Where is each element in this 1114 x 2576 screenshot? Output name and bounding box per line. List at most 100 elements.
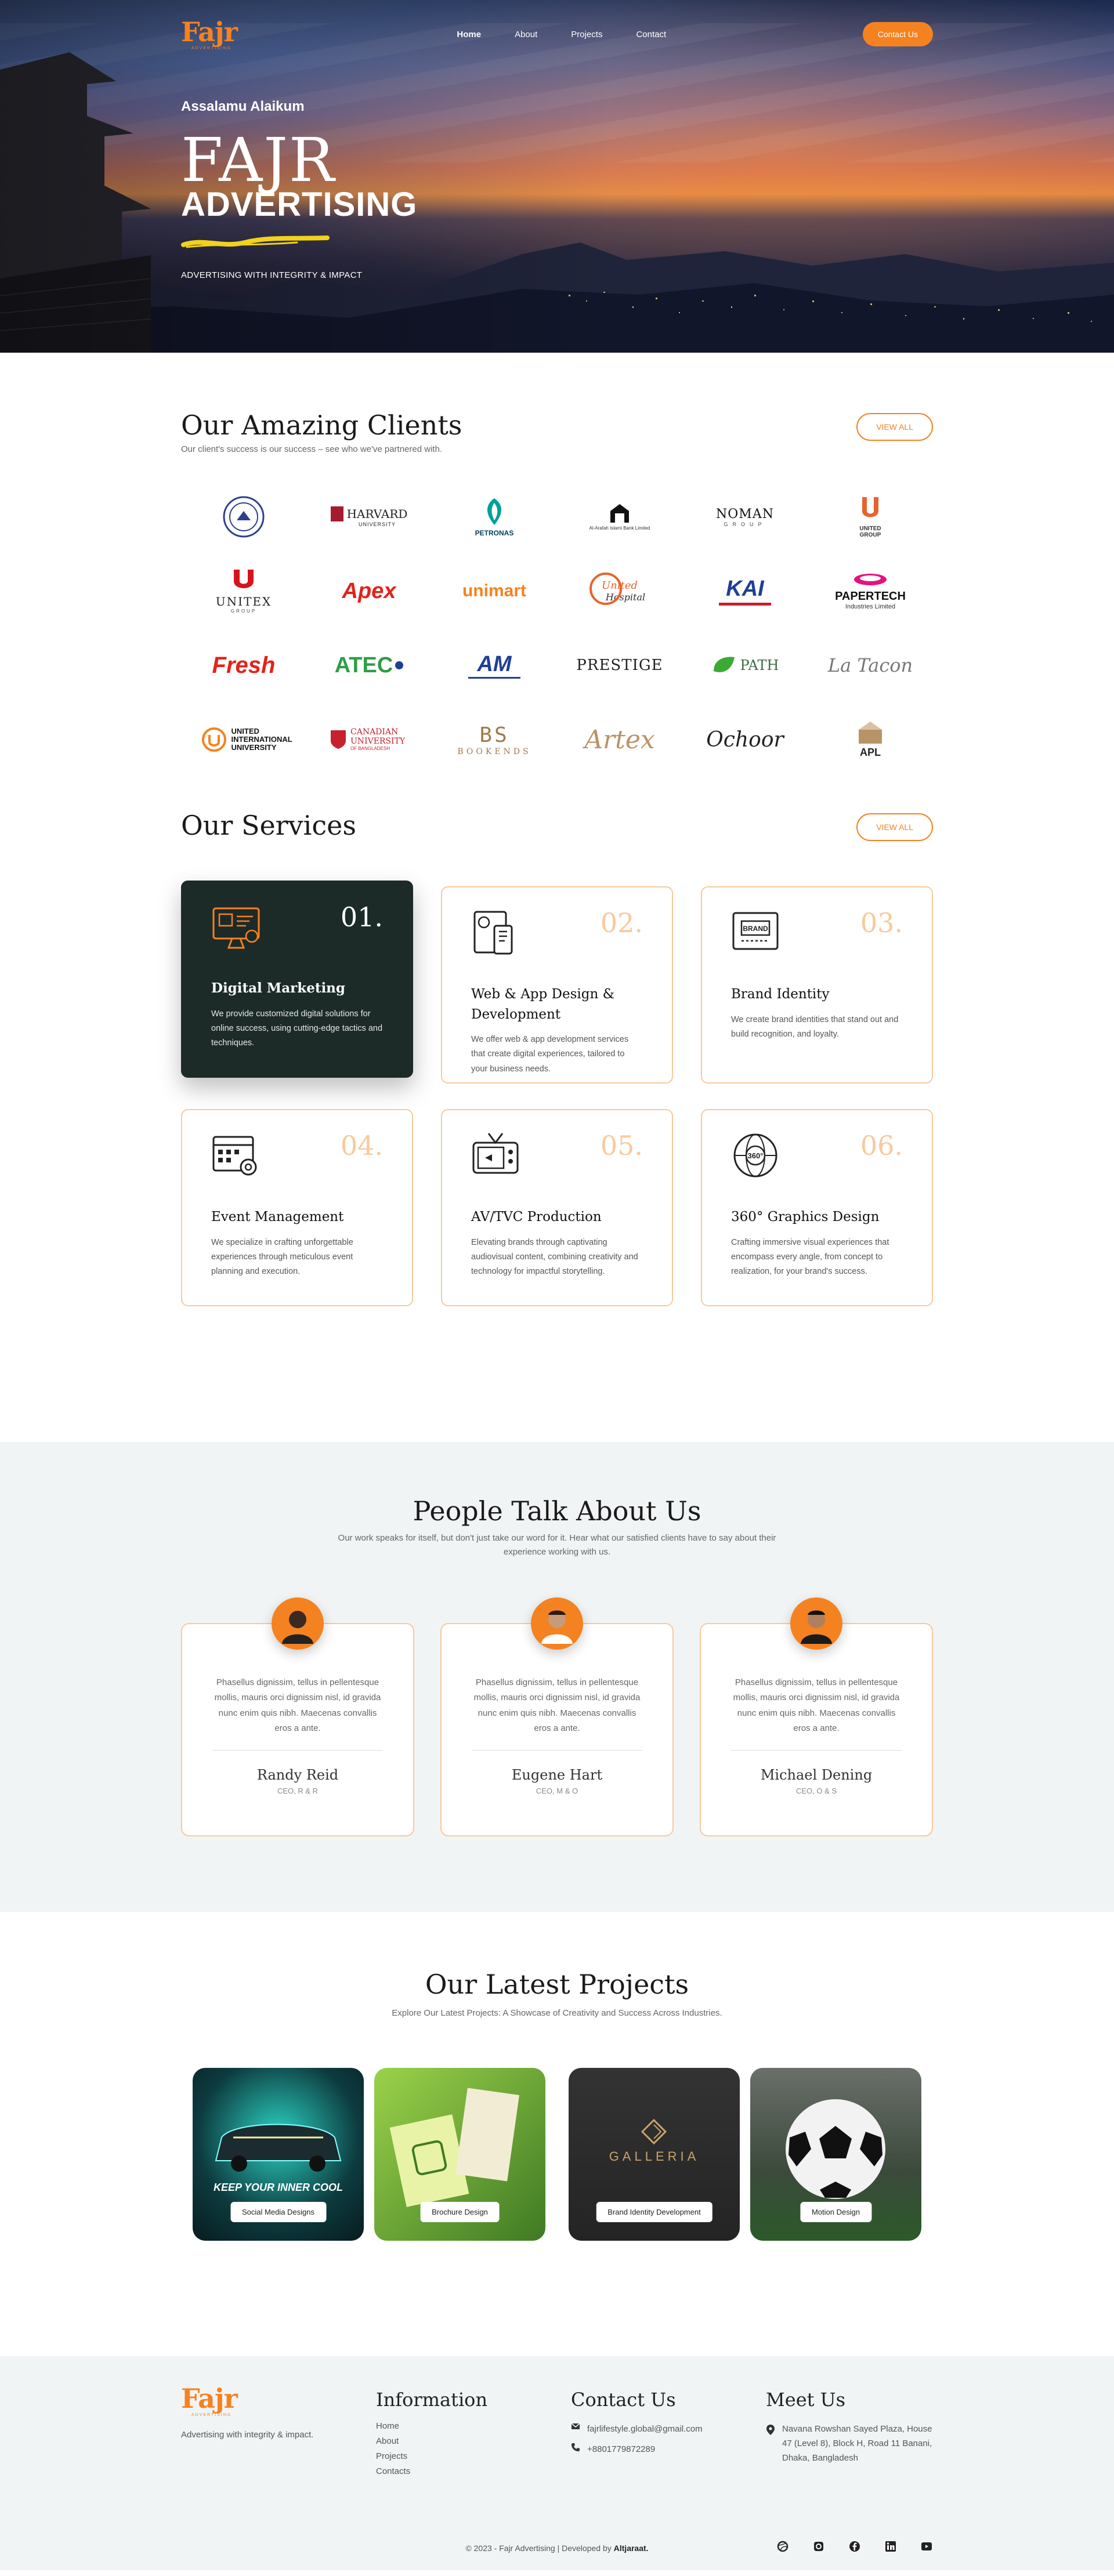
- services-grid: 01. Digital Marketing We provide customi…: [181, 881, 933, 1306]
- project-card-brand-identity[interactable]: GALLERIA Brand Identity Development: [569, 2068, 740, 2241]
- hero-tagline: ADVERTISING WITH INTEGRITY & IMPACT: [181, 270, 363, 280]
- client-logo: PATH: [682, 639, 808, 692]
- footer-info-column: Information Home About Projects Contacts: [376, 2385, 571, 2481]
- client-logo: [181, 490, 306, 544]
- testimonial-quote: Phasellus dignissim, tellus in pellentes…: [473, 1678, 641, 1733]
- papertech-icon: [854, 574, 887, 585]
- clients-subtitle: Our client's success is our success – se…: [181, 444, 443, 454]
- project-card-social-media[interactable]: KEEP YOUR INNER COOL Social Media Design…: [193, 2068, 364, 2241]
- nav-about-link[interactable]: About: [515, 30, 537, 39]
- service-card-event-management[interactable]: 04. Event Management We specialize in cr…: [181, 1109, 413, 1306]
- instagram-icon[interactable]: [812, 2540, 825, 2553]
- client-logo: UNITEX GROUP: [181, 564, 306, 618]
- project-card-motion[interactable]: Motion Design: [750, 2068, 921, 2241]
- service-desc: Elevating brands through captivating aud…: [471, 1237, 638, 1277]
- client-logo: KAI: [682, 564, 808, 618]
- svg-text:360°: 360°: [748, 1151, 764, 1160]
- contact-us-button[interactable]: Contact Us: [862, 22, 933, 46]
- footer-link-about[interactable]: About: [376, 2436, 571, 2446]
- client-logo: unimart: [462, 581, 526, 600]
- project-art-text: KEEP YOUR INNER COOL: [213, 2182, 343, 2193]
- hero-greeting: Assalamu Alaikum: [181, 99, 305, 114]
- service-number: 01.: [340, 901, 383, 933]
- testimonial-name: Eugene Hart: [511, 1767, 603, 1783]
- web-app-icon: [473, 911, 513, 955]
- client-logo: La Tacon: [827, 654, 913, 676]
- globe-360-icon: 360°: [733, 1133, 777, 1178]
- linkedin-icon[interactable]: [884, 2540, 897, 2553]
- projects-row: KEEP YOUR INNER COOL Social Media Design…: [181, 2068, 933, 2241]
- top-navigation: Fajr ADVERTISING Home About Projects Con…: [0, 0, 1114, 68]
- projects-section: Our Latest Projects Explore Our Latest P…: [0, 1912, 1114, 2356]
- service-title: Event Management: [211, 1209, 344, 1224]
- client-logo: Al-Arafah Islami Bank Limited: [557, 490, 682, 544]
- testimonial-card: Phasellus dignissim, tellus in pellentes…: [700, 1597, 933, 1836]
- footer-phone[interactable]: +8801779872289: [587, 2443, 655, 2457]
- testimonial-card: Phasellus dignissim, tellus in pellentes…: [181, 1597, 414, 1836]
- footer-logo[interactable]: Fajr ADVERTISING: [181, 2385, 376, 2417]
- path-leaf-icon: [713, 657, 735, 672]
- footer-link-contacts[interactable]: Contacts: [376, 2466, 571, 2476]
- nav-home-link[interactable]: Home: [457, 30, 481, 39]
- testimonial-cards: Phasellus dignissim, tellus in pellentes…: [181, 1597, 933, 1836]
- divider: [212, 1750, 383, 1751]
- footer-meet-title: Meet Us: [766, 2389, 846, 2411]
- youtube-icon[interactable]: [920, 2540, 933, 2553]
- service-title: AV/TVC Production: [471, 1209, 602, 1224]
- footer-meet-column: Meet Us Navana Rowshan Sayed Plaza, Hous…: [766, 2385, 933, 2481]
- project-label: Motion Design: [800, 2202, 872, 2222]
- service-desc: We create brand identities that stand ou…: [731, 1015, 899, 1039]
- service-number: 03.: [860, 907, 903, 939]
- hero-title-line1: FAJR: [181, 125, 336, 195]
- brand-tagline: ADVERTISING: [191, 46, 232, 50]
- unitex-icon: [234, 570, 254, 588]
- service-desc: We offer web & app development services …: [471, 1035, 629, 1074]
- client-logo-grid: HARVARD UNIVERSITY PETRONAS Al-Arafah Isl…: [181, 490, 933, 766]
- developer-link[interactable]: Altjaraat.: [614, 2544, 649, 2553]
- testimonials-section: People Talk About Us Our work speaks for…: [0, 1442, 1114, 1912]
- service-card-brand-identity[interactable]: BRAND 03. Brand Identity We create brand…: [701, 886, 933, 1084]
- client-logo: PRESTIGE: [576, 657, 663, 674]
- service-title: Web & App Design & Development: [471, 987, 615, 1022]
- service-card-360-graphics[interactable]: 360° 06. 360° Graphics Design Crafting i…: [701, 1109, 933, 1306]
- project-card-brochure[interactable]: Brochure Design: [374, 2068, 545, 2241]
- copyright: © 2023 - Fajr Advertising | Developed by…: [465, 2544, 649, 2553]
- testimonials-title: People Talk About Us: [413, 1495, 701, 1527]
- project-label: Brochure Design: [420, 2202, 500, 2222]
- university-seal-icon: [223, 496, 265, 538]
- services-title: Our Services: [181, 810, 356, 841]
- brand-logo[interactable]: Fajr ADVERTISING: [181, 19, 238, 50]
- service-desc: We specialize in crafting unforgettable …: [211, 1237, 353, 1277]
- client-logo: Artex: [584, 724, 655, 755]
- digital-marketing-icon: [212, 907, 260, 949]
- nav-contact-link[interactable]: Contact: [636, 30, 666, 39]
- testimonial-quote: Phasellus dignissim, tellus in pellentes…: [214, 1678, 381, 1733]
- services-view-all-button[interactable]: VIEW ALL: [856, 813, 933, 841]
- nav-projects-link[interactable]: Projects: [571, 30, 602, 39]
- client-logo: United Hospital: [557, 564, 682, 618]
- service-card-web-app[interactable]: 02. Web & App Design & Development We of…: [441, 886, 673, 1084]
- nav-menu: Home About Projects Contact: [457, 30, 666, 39]
- service-desc: Crafting immersive visual experiences th…: [731, 1237, 889, 1277]
- client-logo: UNITED INTERNATIONAL UNIVERSITY: [181, 713, 306, 766]
- service-title: Digital Marketing: [211, 980, 345, 996]
- client-logo: BS BOOKENDS: [457, 723, 531, 756]
- footer-link-home[interactable]: Home: [376, 2421, 571, 2431]
- project-label: Brand Identity Development: [596, 2202, 712, 2222]
- client-logo: HARVARD UNIVERSITY: [306, 490, 432, 544]
- person-avatar-icon: [801, 1610, 832, 1644]
- facebook-icon[interactable]: [848, 2540, 861, 2553]
- cub-crest-icon: [331, 730, 346, 749]
- dribbble-icon[interactable]: [776, 2540, 789, 2553]
- person-avatar-icon: [282, 1611, 313, 1644]
- footer-email[interactable]: fajrlifestyle.global@gmail.com: [587, 2422, 703, 2437]
- avatar: [272, 1597, 324, 1650]
- event-calendar-icon: [212, 1136, 257, 1176]
- service-card-digital-marketing[interactable]: 01. Digital Marketing We provide customi…: [181, 881, 413, 1078]
- footer-contact-title: Contact Us: [571, 2389, 676, 2411]
- projects-subtitle: Explore Our Latest Projects: A Showcase …: [392, 2008, 722, 2018]
- footer-link-projects[interactable]: Projects: [376, 2451, 571, 2461]
- clients-view-all-button[interactable]: VIEW ALL: [856, 413, 933, 441]
- service-card-av-tvc[interactable]: 05. AV/TVC Production Elevating brands t…: [441, 1109, 673, 1306]
- service-title: 360° Graphics Design: [731, 1209, 880, 1224]
